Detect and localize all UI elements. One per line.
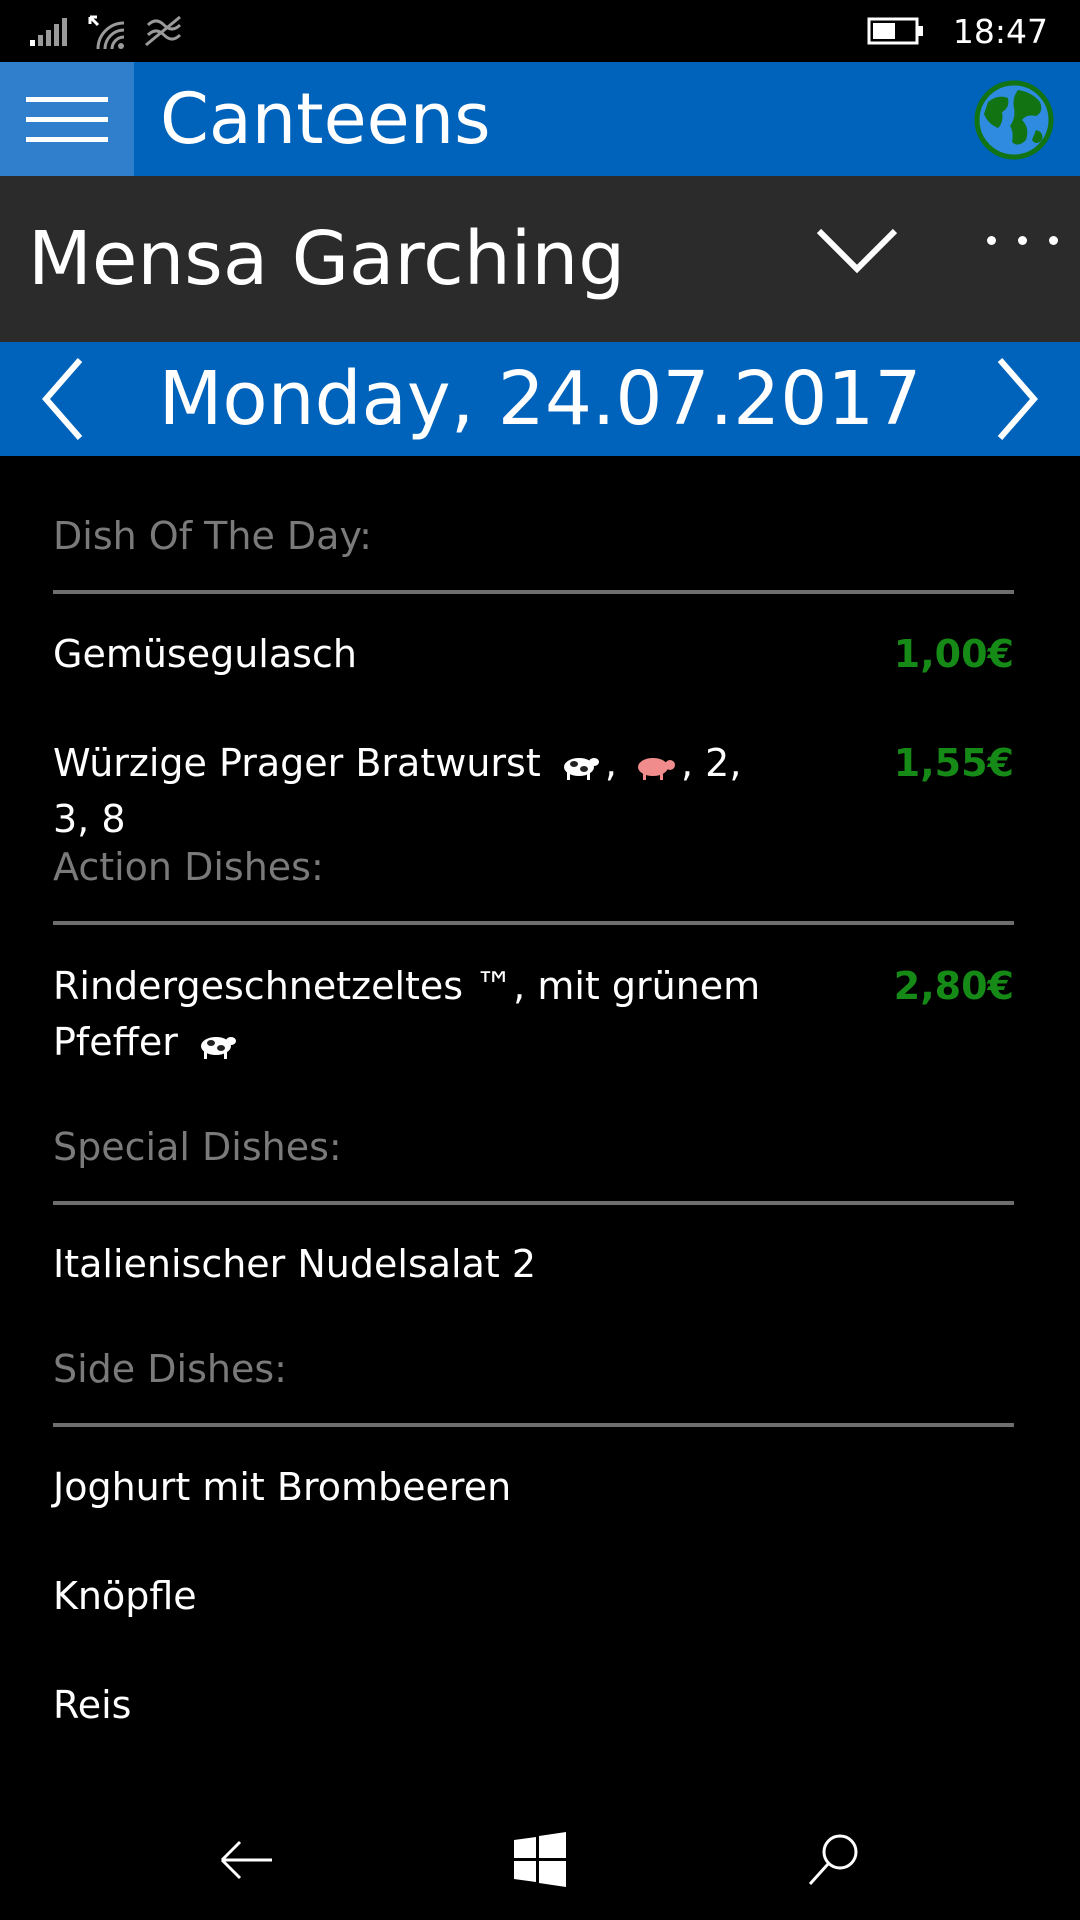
cow-icon — [200, 1036, 236, 1059]
hamburger-menu-button[interactable] — [0, 62, 134, 176]
dish-price: 1,00€ — [893, 632, 1014, 676]
dish-item[interactable]: Gemüsegulasch 1,00€ — [53, 626, 1014, 682]
back-arrow-icon[interactable] — [216, 1830, 276, 1890]
chevron-down-icon[interactable] — [815, 225, 899, 275]
page-title: Canteens — [160, 78, 491, 160]
pig-icon — [638, 757, 676, 780]
current-date: Monday, 24.07.2017 — [158, 356, 922, 442]
data-icon — [145, 15, 182, 47]
dish-name: Gemüsegulasch — [53, 632, 357, 676]
cow-icon — [563, 757, 599, 780]
windows-start-icon[interactable] — [510, 1830, 570, 1890]
dish-item[interactable]: Reis — [53, 1677, 1014, 1733]
clock: 18:47 — [952, 11, 1048, 51]
search-icon[interactable] — [804, 1830, 864, 1890]
dish-name: Knöpfle — [53, 1574, 197, 1618]
section-header: Action Dishes: — [53, 845, 324, 889]
dish-item[interactable]: Knöpfle — [53, 1568, 1014, 1624]
dish-item[interactable]: Rindergeschnetzeltes ™, mit grünem Pfeff… — [53, 958, 1014, 1070]
dish-name: Italienischer Nudelsalat 2 — [53, 1242, 537, 1286]
app-header: Canteens — [0, 62, 1080, 176]
section-header: Special Dishes: — [53, 1125, 342, 1169]
canteen-selector[interactable]: Mensa Garching — [0, 176, 1080, 342]
status-bar: 18:47 — [0, 0, 1080, 62]
dish-price: 1,55€ — [893, 741, 1014, 785]
dish-name: Rindergeschnetzeltes ™, mit grünem Pfeff… — [53, 964, 761, 1064]
more-options-button[interactable] — [987, 236, 1058, 245]
hamburger-icon — [26, 96, 108, 102]
section-header: Side Dishes: — [53, 1347, 287, 1391]
section-divider — [53, 921, 1014, 925]
dish-item[interactable]: Joghurt mit Brombeeren — [53, 1459, 1014, 1515]
section-divider — [53, 1423, 1014, 1427]
dish-name: Würzige Prager Bratwurst — [53, 741, 541, 785]
dish-name: Reis — [53, 1683, 132, 1727]
section-header: Dish Of The Day: — [53, 514, 372, 558]
globe-icon[interactable] — [974, 80, 1054, 160]
next-day-button[interactable] — [970, 356, 1050, 442]
dish-item[interactable]: Würzige Prager Bratwurst , , 2, 3, 8 1,5… — [53, 735, 1014, 847]
dish-price: 2,80€ — [893, 964, 1014, 1008]
date-navigator: Monday, 24.07.2017 — [0, 342, 1080, 456]
system-nav-bar — [0, 1800, 1080, 1920]
battery-icon — [867, 17, 923, 45]
section-divider — [53, 590, 1014, 594]
canteen-name: Mensa Garching — [28, 216, 626, 302]
signal-icon — [30, 18, 67, 46]
dish-item[interactable]: Italienischer Nudelsalat 2 — [53, 1236, 1014, 1292]
dish-name: Joghurt mit Brombeeren — [53, 1465, 512, 1509]
section-divider — [53, 1201, 1014, 1205]
wifi-icon — [88, 15, 125, 50]
